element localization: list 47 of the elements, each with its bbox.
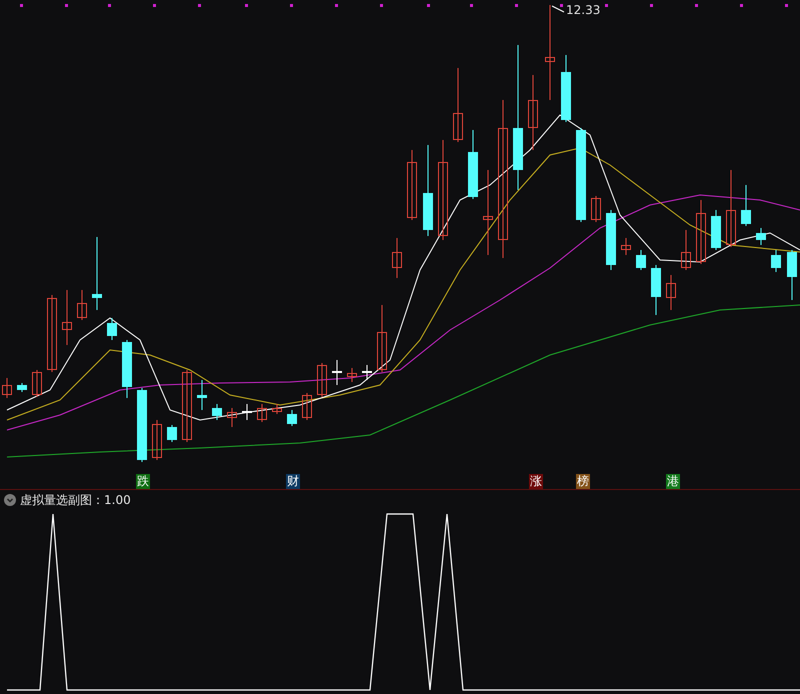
candlestick xyxy=(122,340,132,398)
candlestick xyxy=(212,404,222,420)
candlestick xyxy=(407,150,417,220)
candlestick xyxy=(107,318,117,340)
candlestick xyxy=(272,404,282,414)
candlestick xyxy=(317,362,327,398)
candlestick xyxy=(332,360,342,386)
candlestick xyxy=(17,382,27,392)
candlestick xyxy=(302,392,312,420)
candlestick xyxy=(621,238,631,256)
candlestick xyxy=(651,264,661,316)
candlestick xyxy=(681,230,691,270)
signal-tag: 跌 xyxy=(136,474,150,489)
candlestick xyxy=(392,238,402,278)
candlestick xyxy=(756,228,766,246)
signal-tag: 涨 xyxy=(529,474,543,489)
high-price-label: 12.33 xyxy=(566,4,600,16)
candlestick xyxy=(561,54,571,122)
candlestick xyxy=(741,184,751,226)
candlestick xyxy=(287,410,297,426)
indicator-title: 虚拟量选副图：1.00 xyxy=(20,492,131,509)
collapse-chevron-icon[interactable] xyxy=(4,494,16,506)
candlestick xyxy=(606,210,616,270)
candlestick xyxy=(32,370,42,398)
candlestick xyxy=(167,424,177,442)
candlestick xyxy=(468,130,478,200)
candlestick xyxy=(197,380,207,410)
candlestick xyxy=(636,250,646,270)
candlestick xyxy=(362,364,372,380)
signal-tag: 港 xyxy=(666,474,680,489)
candlestick xyxy=(227,408,237,428)
candlestick xyxy=(377,304,387,372)
candlestick xyxy=(62,290,72,346)
candlestick xyxy=(696,200,706,264)
candlestick xyxy=(591,196,601,222)
candlestick xyxy=(666,274,676,310)
signal-tag: 榜 xyxy=(576,474,590,489)
candlestick xyxy=(771,250,781,272)
candlestick xyxy=(347,368,357,382)
candlestick xyxy=(77,290,87,320)
candlestick xyxy=(2,378,12,398)
candlestick xyxy=(787,250,797,300)
candlestick xyxy=(257,404,267,422)
candlestick xyxy=(711,210,721,250)
signal-tag: 财 xyxy=(286,474,300,489)
candlestick xyxy=(242,404,252,420)
candlestick xyxy=(152,420,162,460)
